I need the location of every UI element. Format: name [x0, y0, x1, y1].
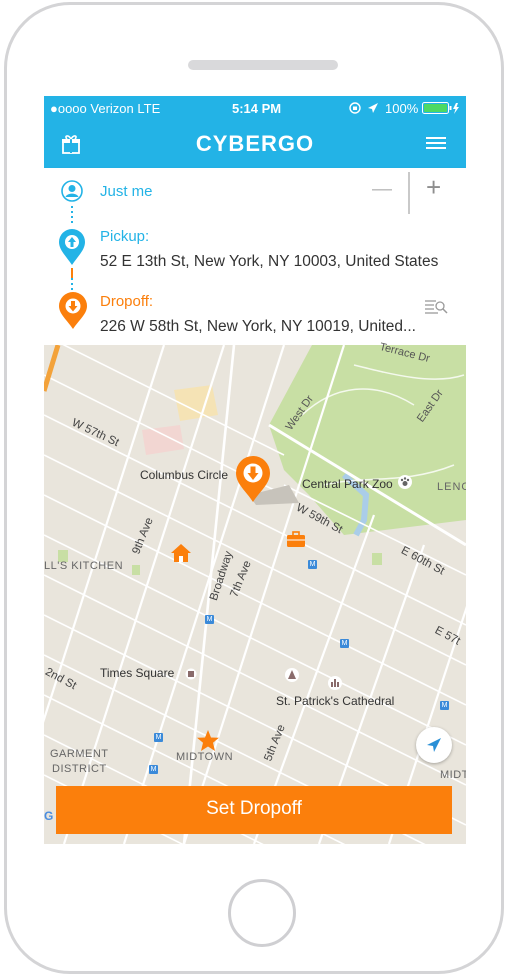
subway-icon: M — [440, 701, 449, 710]
current-location-button[interactable] — [416, 727, 452, 763]
map-view[interactable]: Terrace Dr West Dr East Dr W 57th St Col… — [44, 341, 466, 844]
pickup-address[interactable]: 52 E 13th St, New York, NY 10003, United… — [100, 253, 438, 271]
map-label-columbus-circle: Columbus Circle — [140, 468, 229, 482]
speaker-grille — [188, 60, 338, 70]
map-label-district: DISTRICT — [52, 763, 107, 775]
nav-bar: CYBERGO — [44, 120, 466, 168]
map-label-times-square: Times Square — [100, 666, 175, 680]
pickup-pin-icon — [59, 229, 85, 265]
subway-icon: M — [308, 560, 317, 569]
map-label-leno: LENO — [437, 481, 466, 493]
map-attribution-logo: G — [44, 809, 54, 823]
battery-icon — [422, 102, 459, 114]
home-button[interactable] — [228, 879, 296, 947]
subway-icon: M — [340, 639, 349, 648]
zoo-paw-icon — [398, 475, 412, 489]
navigation-arrow-icon — [427, 738, 441, 752]
status-time: 5:14 PM — [232, 101, 282, 116]
pickup-label: Pickup: — [100, 228, 150, 245]
poi-dot-icon — [185, 668, 197, 680]
carrier-label: ●oooo Verizon LTE — [50, 101, 161, 116]
dropoff-label: Dropoff: — [100, 293, 154, 310]
app-screen: ●oooo Verizon LTE 5:14 PM 100% CYBERGO J… — [44, 96, 466, 844]
home-location-icon[interactable] — [170, 543, 192, 563]
landmark-icon — [285, 668, 299, 682]
work-briefcase-icon[interactable] — [286, 531, 306, 548]
location-arrow-icon — [368, 103, 378, 113]
minus-icon: — — [372, 178, 392, 200]
dropoff-address[interactable]: 226 W 58th St, New York, NY 10019, Unite… — [100, 318, 416, 336]
plus-icon: + — [426, 172, 442, 202]
dropoff-map-pin-icon[interactable] — [234, 455, 272, 503]
map-label-midt: MIDT — [440, 769, 466, 781]
stepper-divider — [408, 172, 410, 214]
rider-increment-button[interactable]: + — [424, 172, 452, 204]
set-dropoff-button[interactable]: Set Dropoff — [56, 786, 452, 834]
search-address-icon[interactable] — [424, 298, 448, 316]
app-title: CYBERGO — [195, 131, 315, 156]
map-canvas — [44, 345, 466, 844]
map-label-midtown: MIDTOWN — [176, 751, 234, 763]
subway-icon: M — [154, 733, 163, 742]
subway-icon: M — [205, 615, 214, 624]
route-panel: Just me — + Pickup: 52 E 13th St, New Yo… — [44, 168, 466, 345]
map-label-garment: GARMENT — [50, 748, 109, 760]
map-label-st-patricks: St. Patrick's Cathedral — [276, 694, 395, 708]
map-label-hells-kitchen: LL'S KITCHEN — [44, 560, 124, 572]
rotation-lock-icon — [349, 102, 361, 114]
battery-percent: 100% — [385, 101, 419, 116]
cathedral-icon — [328, 676, 342, 690]
riders-label: Just me — [100, 183, 153, 200]
rider-decrement-button[interactable]: — — [368, 174, 396, 204]
status-bar: ●oooo Verizon LTE 5:14 PM 100% — [44, 96, 466, 120]
menu-icon[interactable] — [426, 136, 446, 150]
subway-icon: M — [149, 765, 158, 774]
dropoff-pin-icon — [59, 292, 87, 329]
map-label-central-park-zoo: Central Park Zoo — [302, 477, 393, 491]
favorite-star-icon[interactable] — [197, 730, 219, 751]
